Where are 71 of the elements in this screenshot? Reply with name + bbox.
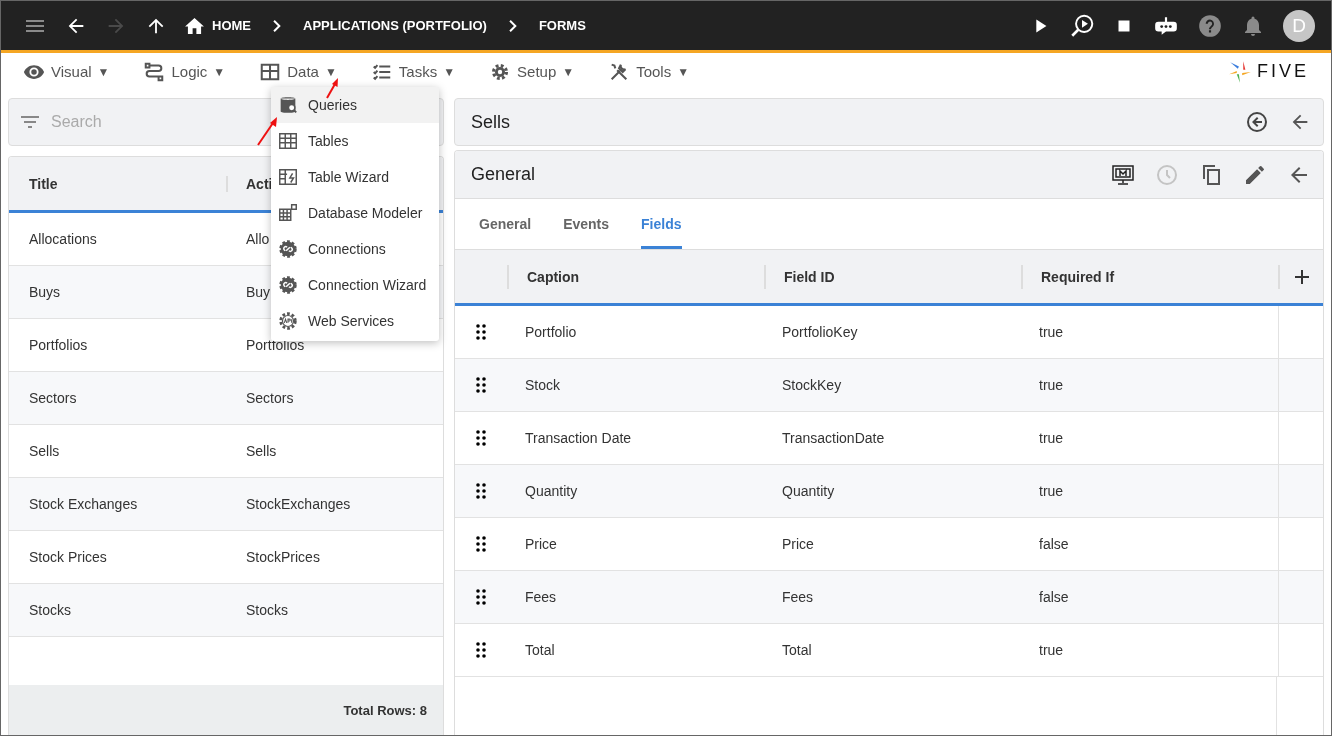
help-icon[interactable] [1197, 12, 1223, 39]
table-cell-text: false [1038, 535, 1070, 554]
menu-item[interactable]: Visual ▼ [23, 60, 110, 83]
list-row[interactable]: Sectors Sectors [9, 372, 443, 425]
monitor-icon[interactable] [1111, 162, 1135, 187]
table-cell-text: Total [524, 641, 556, 660]
table-cell-text: Fees [781, 588, 815, 607]
flow-icon [143, 60, 166, 83]
link-gear-icon [277, 274, 299, 296]
menu-item[interactable]: Setup ▼ [489, 60, 575, 83]
table-cell-text: Price [524, 535, 558, 554]
chevron-right-icon [508, 19, 517, 32]
table-cell-text: true [1038, 376, 1065, 395]
menu-item[interactable]: Data ▼ [259, 60, 337, 83]
column-header[interactable]: Field ID [764, 264, 1021, 289]
column-header[interactable]: Required If [1021, 264, 1278, 289]
table-cell-text: true [1038, 429, 1065, 448]
table-cell-text: Transaction Date [524, 429, 633, 448]
breadcrumb-link[interactable]: APPLICATIONS (PORTFOLIO) [303, 18, 487, 33]
drag-handle-icon[interactable] [476, 642, 486, 658]
table-cell-text: Portfolio [524, 323, 578, 342]
menu-item[interactable]: Logic ▼ [143, 60, 226, 83]
table-cell-text: Total [781, 641, 813, 660]
table-cell-text: true [1038, 641, 1065, 660]
table-cell-text: Fees [524, 588, 558, 607]
drag-handle-icon[interactable] [476, 483, 486, 499]
home-icon [185, 17, 204, 34]
list-row[interactable]: Stocks Stocks [9, 584, 443, 637]
filter-icon[interactable] [21, 116, 39, 128]
table-cell-text: StockKey [781, 376, 843, 395]
table-cell-text: Quantity [524, 482, 579, 501]
drag-handle-icon[interactable] [476, 377, 486, 393]
circle-back-icon[interactable] [1245, 110, 1269, 134]
drag-handle-icon[interactable] [476, 430, 486, 446]
annotation-arrow [325, 76, 341, 100]
column-header[interactable]: Caption [507, 264, 764, 289]
table-cell-text: Price [781, 535, 815, 554]
menu-item[interactable]: Tasks ▼ [370, 60, 456, 83]
table-cell-text: true [1038, 323, 1065, 342]
table-icon [277, 130, 299, 152]
drag-handle-icon[interactable] [476, 589, 486, 605]
chevron-right-icon [273, 19, 281, 32]
table-bolt-icon [277, 166, 299, 188]
drag-handle-icon[interactable] [476, 324, 486, 340]
tab[interactable]: General [479, 199, 532, 249]
link-gear-icon [277, 238, 299, 260]
dropdown-item[interactable]: Queries [271, 87, 439, 123]
table-cell-text: Stock [524, 376, 561, 395]
table-cell-text: TransactionDate [781, 429, 886, 448]
list-row[interactable]: Stock Exchanges StockExchanges [9, 478, 443, 531]
search-play-icon[interactable] [1069, 12, 1095, 39]
breadcrumb-link[interactable]: HOME [185, 17, 251, 34]
table-cell-text: true [1038, 482, 1065, 501]
row-count: Total Rows: 8 [343, 702, 427, 718]
dropdown-item[interactable]: Table Wizard [271, 159, 439, 195]
table-cell-text: PortfolioKey [781, 323, 859, 342]
drag-handle-icon[interactable] [476, 536, 486, 552]
dropdown-item[interactable]: Connections [271, 231, 439, 267]
column-header[interactable]: Title [9, 175, 226, 192]
annotation-arrow [256, 115, 280, 147]
dropdown-item[interactable]: Connection Wizard [271, 267, 439, 303]
menu-item[interactable]: Tools ▼ [608, 60, 690, 83]
logo: FIVE [1227, 58, 1309, 85]
tab[interactable]: Events [563, 199, 610, 249]
breadcrumb-link[interactable]: FORMS [538, 18, 586, 33]
table-diagram-icon [277, 202, 299, 224]
api-gear-icon [277, 310, 299, 332]
table-cell-text: false [1038, 588, 1070, 607]
card-title: General [471, 164, 536, 185]
table-cell-text: Quantity [781, 482, 836, 501]
panel-title: Sells [471, 111, 510, 133]
